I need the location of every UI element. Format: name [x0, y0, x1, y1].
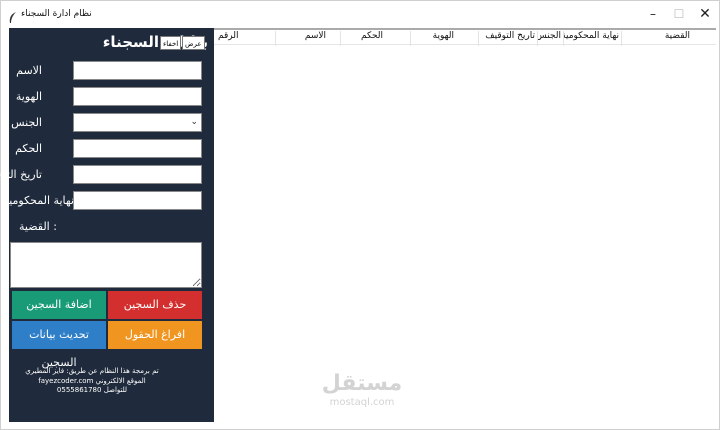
watermark-arabic: مستقل	[321, 371, 403, 396]
column-header-arrest-date[interactable]: تاريخ التوقيف	[479, 31, 538, 46]
name-field[interactable]	[73, 61, 202, 80]
close-icon[interactable]: ✕	[691, 1, 719, 28]
case-label: : القضية	[19, 220, 57, 233]
sentence-label: الحكم	[15, 142, 42, 155]
maximize-icon[interactable]: ☐	[665, 1, 693, 28]
sentence-field[interactable]	[73, 139, 202, 158]
clear-fields-button[interactable]: افراغ الحقول	[108, 321, 202, 349]
show-button[interactable]: عرض	[182, 36, 205, 50]
credits-phone: للتواصل 0555861780	[56, 386, 128, 394]
sentence-end-field[interactable]	[73, 191, 202, 210]
column-header-number[interactable]: الرقم	[214, 31, 276, 46]
hide-button[interactable]: اخفاء	[160, 36, 182, 50]
credits-author: تم برمجة هذا النظام عن طريق: فايز المطير…	[25, 367, 159, 375]
chevron-down-icon: ⌄	[190, 117, 198, 127]
prisoners-table[interactable]: الرقم الاسم الحكم الهوية تاريخ التوقيف ا…	[214, 28, 716, 422]
watermark-logo: مستقل mostaql.com	[319, 371, 405, 409]
arrest-date-field[interactable]	[73, 165, 202, 184]
window-title: نظام ادارة السجناء	[21, 9, 92, 19]
arrest-date-label: تاريخ التوقيف	[0, 168, 42, 181]
name-label: الاسم	[16, 64, 42, 77]
column-header-id[interactable]: الهوية	[411, 31, 479, 46]
column-header-gender[interactable]: الجنس	[538, 31, 564, 46]
feather-icon	[8, 9, 18, 23]
column-header-sentence[interactable]: الحكم	[341, 31, 411, 46]
table-header: الرقم الاسم الحكم الهوية تاريخ التوقيف ا…	[214, 28, 716, 46]
gender-select[interactable]: ⌄	[73, 113, 202, 132]
app-window: نظام ادارة السجناء – ☐ ✕ بيانات السجناء …	[0, 0, 720, 430]
prisoner-form-panel: بيانات السجناء عرض اخفاء الاسم الهوية ال…	[0, 28, 214, 422]
credits: تم برمجة هذا النظام عن طريق: فايز المطير…	[9, 367, 175, 396]
column-header-case[interactable]: القضية	[622, 31, 716, 46]
column-header-sentence-end[interactable]: نهاية المحكومية	[564, 31, 622, 46]
sentence-end-label: نهاية المحكومية	[3, 194, 74, 207]
id-field[interactable]	[73, 87, 202, 106]
id-label: الهوية	[15, 90, 42, 103]
case-textarea[interactable]	[10, 242, 202, 288]
column-header-name[interactable]: الاسم	[276, 31, 341, 46]
gender-label: الجنس	[11, 116, 42, 129]
credits-website: الموقع الالكتروني fayezcoder.com	[38, 376, 146, 385]
title-bar: نظام ادارة السجناء – ☐ ✕	[1, 1, 719, 28]
watermark-latin: mostaql.com	[329, 397, 395, 408]
update-prisoner-button[interactable]: تحديث بيانات السجين	[12, 321, 106, 369]
delete-prisoner-button[interactable]: حذف السجين	[108, 291, 202, 319]
add-prisoner-button[interactable]: اضافة السجين	[12, 291, 106, 319]
minimize-icon[interactable]: –	[639, 1, 667, 28]
